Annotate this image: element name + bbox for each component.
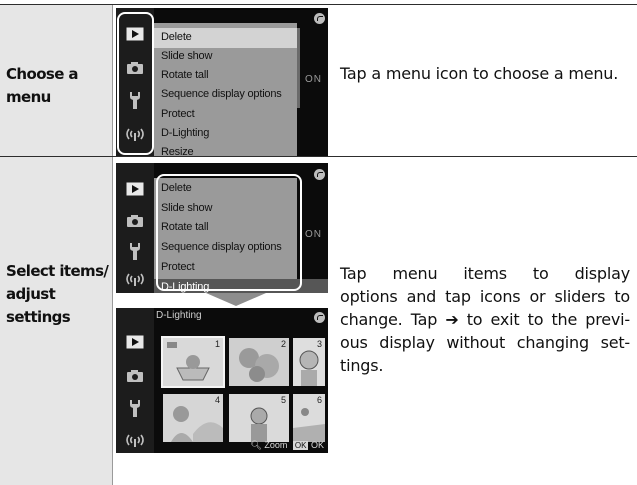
thumbnail-number: 3	[316, 339, 322, 349]
row-description: Tap a menu icon to choose a menu.	[340, 64, 619, 83]
playback-icon	[126, 182, 144, 196]
ok-icon: OK	[292, 441, 309, 450]
menu-item-delete[interactable]: Delete	[161, 31, 192, 43]
menu-tabs	[116, 163, 154, 293]
thumbnail-image[interactable]: 3	[293, 338, 325, 386]
thumbnail-image[interactable]: 1	[161, 336, 225, 388]
row-label-line: adjust	[6, 285, 56, 303]
thumbnail-number: 5	[280, 395, 286, 405]
row-label: Choose a menu	[6, 63, 79, 109]
setup-tab[interactable]	[121, 396, 149, 420]
thumbnail-number: 1	[214, 339, 220, 349]
camera-screen-menu: Delete Slide show Rotate tall Sequence d…	[116, 8, 328, 156]
shooting-tab[interactable]	[121, 209, 149, 233]
playback-tab[interactable]	[121, 330, 149, 354]
back-icon[interactable]	[314, 312, 325, 323]
camera-icon	[126, 214, 144, 228]
scrollbar[interactable]	[297, 28, 300, 108]
menu-item-rotate-tall[interactable]: Rotate tall	[161, 69, 209, 81]
thumbnail-number: 4	[214, 395, 220, 405]
menu-selection-frame	[156, 174, 302, 291]
playback-icon	[126, 335, 144, 349]
zoom-label: Zoom	[264, 440, 288, 450]
menu-item-slide-show[interactable]: Slide show	[161, 50, 212, 62]
menu-item-d-lighting[interactable]: D-Lighting	[161, 127, 209, 139]
wrench-icon	[127, 242, 143, 260]
row-label-line: settings	[6, 308, 71, 326]
ok-label: OK	[310, 440, 324, 450]
camera-icon	[126, 369, 144, 383]
label-cell: Choose a menu	[0, 5, 113, 157]
down-arrow-icon	[206, 293, 266, 306]
zoom-ok-bar: 🔍︎ Zoom OK OK	[250, 440, 324, 451]
row-label-line: Select items/	[6, 262, 109, 280]
row-choose-menu: Choose a menu Delete Slide show Rotate t…	[0, 4, 637, 157]
wireless-icon	[124, 272, 146, 286]
row-description: Tap menu items to display options and ta…	[340, 262, 630, 377]
thumbnail-number: 6	[316, 395, 322, 405]
camera-screen-menu: Delete Slide show Rotate tall Sequence d…	[116, 163, 328, 293]
back-icon[interactable]	[314, 169, 325, 180]
wireless-tab[interactable]	[121, 267, 149, 291]
tab-selection-frame	[117, 12, 154, 155]
thumbnail-image[interactable]: 4	[163, 394, 223, 442]
screen-title: D-Lighting	[156, 310, 202, 321]
wireless-icon	[124, 433, 146, 447]
camera-screen-d-lighting: D-Lighting 1 2 3 4 5 6 🔍︎ Zoom OK OK	[116, 308, 328, 453]
row-label-line: menu	[6, 88, 51, 106]
row-description-line: change. Tap ➔ to exit to the previ-	[340, 310, 630, 329]
back-icon[interactable]	[314, 13, 325, 24]
label-cell: Select items/ adjust settings	[0, 157, 113, 485]
row-description-line: ous display without changing set-	[340, 333, 630, 352]
thumbnail-image[interactable]: 2	[229, 338, 289, 386]
setting-value: ON	[305, 229, 322, 240]
menu-tabs	[116, 308, 154, 453]
row-description-line: options and tap icons or sliders to	[340, 287, 630, 306]
playback-tab[interactable]	[121, 177, 149, 201]
row-label-line: Choose a	[6, 65, 79, 83]
shooting-tab[interactable]	[121, 364, 149, 388]
thumbnail-image[interactable]: 5	[229, 394, 289, 442]
menu-item-sequence-display-options[interactable]: Sequence display options	[161, 88, 282, 100]
menu-list: Delete Slide show Rotate tall Sequence d…	[154, 23, 297, 156]
row-description-line: tings.	[340, 356, 384, 375]
row-label: Select items/ adjust settings	[6, 260, 109, 329]
zoom-icon: 🔍︎	[250, 440, 262, 450]
thumbnail-number: 2	[280, 339, 286, 349]
menu-item-resize[interactable]: Resize	[161, 146, 194, 156]
row-description-line: Tap menu items to display	[340, 264, 630, 283]
thumbnail-image[interactable]: 6	[293, 394, 325, 442]
wrench-icon	[127, 399, 143, 417]
menu-item-protect[interactable]: Protect	[161, 108, 195, 120]
wireless-tab[interactable]	[121, 428, 149, 452]
row-select-items: Select items/ adjust settings Delete Sli…	[0, 156, 637, 485]
setting-value: ON	[305, 74, 322, 85]
setup-tab[interactable]	[121, 239, 149, 263]
